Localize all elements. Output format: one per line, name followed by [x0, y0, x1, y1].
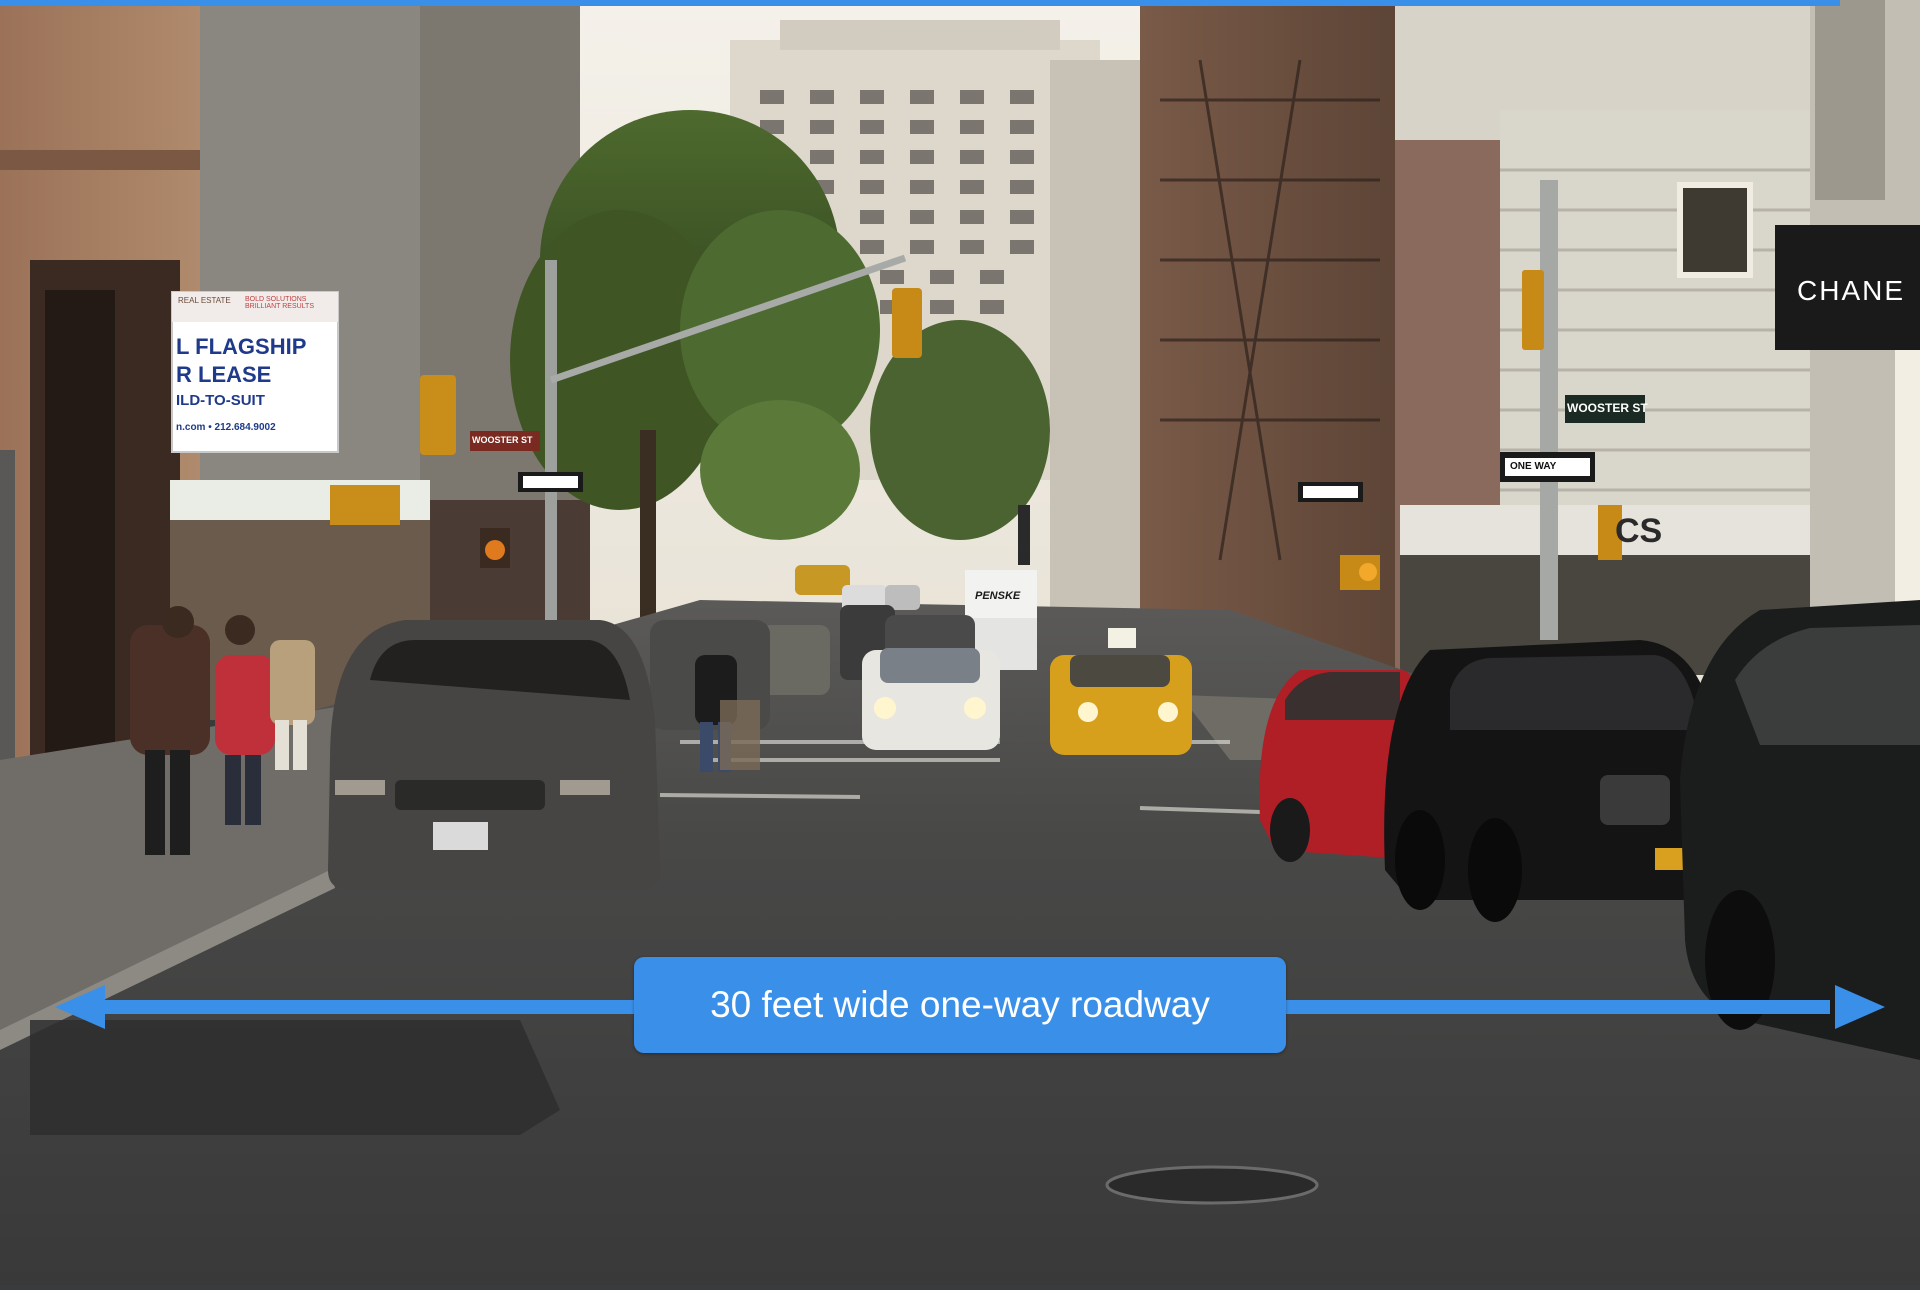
penske-truck-text: PENSKE	[975, 590, 1021, 602]
street-sign-right: WOOSTER ST	[1567, 401, 1648, 415]
storefront-sign: CS	[1615, 512, 1663, 550]
billboard-line3: ILD-TO-SUIT	[176, 392, 265, 409]
street-sign-left: WOOSTER ST	[472, 435, 533, 445]
billboard-top-right-text: BOLD SOLUTIONS BRILLIANT RESULTS	[245, 296, 314, 310]
billboard-line1: L FLAGSHIP	[176, 334, 307, 359]
parked-minivan	[328, 620, 660, 890]
one-way-sign: ONE WAY	[1510, 461, 1557, 472]
white-sedan	[862, 648, 1000, 750]
street-photo: REAL ESTATE BOLD SOLUTIONS BRILLIANT RES…	[0, 0, 1920, 1285]
billboard-line2: R LEASE	[176, 362, 272, 387]
black-suv	[1384, 640, 1720, 922]
dark-suv-right	[1680, 600, 1920, 1060]
roadway-width-label: 30 feet wide one-way roadway	[634, 957, 1286, 1053]
billboard-top-left-text: REAL ESTATE	[178, 296, 231, 305]
billboard-contact: n.com • 212.684.9002	[176, 422, 276, 433]
chanel-banner-text: CHANE	[1797, 275, 1906, 306]
